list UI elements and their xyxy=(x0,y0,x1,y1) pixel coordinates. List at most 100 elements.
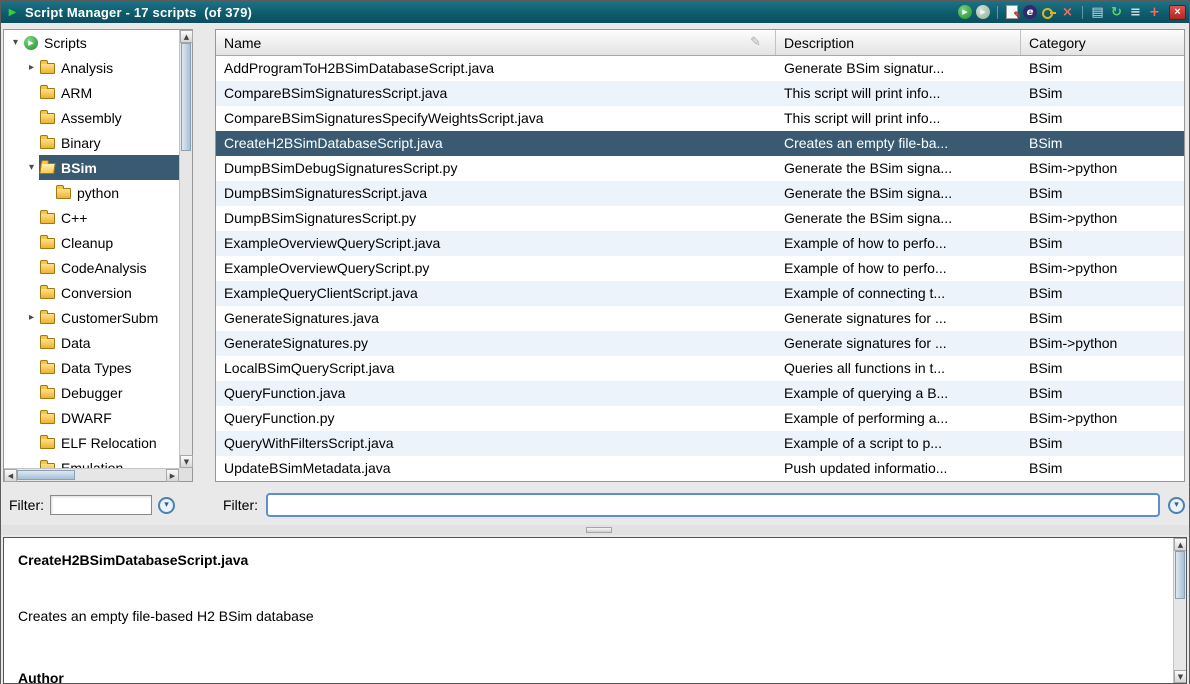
horizontal-splitter[interactable] xyxy=(1,525,1189,535)
scroll-up-icon[interactable]: ▲ xyxy=(1174,538,1187,551)
new-script-icon[interactable] xyxy=(1006,5,1018,19)
scroll-right-icon[interactable]: ▶ xyxy=(166,469,179,482)
tree-node[interactable]: DWARF xyxy=(39,405,179,430)
cell-description[interactable]: Generate BSim signatur... xyxy=(776,56,1021,81)
cell-category[interactable]: BSim xyxy=(1021,56,1184,81)
tree-vertical-scrollbar[interactable]: ▲ ▼ xyxy=(179,30,192,468)
cell-category[interactable]: BSim xyxy=(1021,306,1184,331)
tree-node[interactable]: Conversion xyxy=(39,280,179,305)
cell-name[interactable]: GenerateSignatures.py xyxy=(216,331,776,356)
cell-description[interactable]: Example of performing a... xyxy=(776,406,1021,431)
run-script-icon[interactable]: ▶ xyxy=(958,5,972,19)
cell-name[interactable]: ExampleOverviewQueryScript.java xyxy=(216,231,776,256)
tree-node[interactable]: ELF Relocation xyxy=(39,430,179,455)
cell-category[interactable]: BSim xyxy=(1021,231,1184,256)
tree-item-cleanup[interactable]: Cleanup xyxy=(4,230,179,255)
scrollbar-thumb[interactable] xyxy=(17,470,75,480)
scroll-down-icon[interactable]: ▼ xyxy=(1174,670,1187,683)
tree-node[interactable]: CodeAnalysis xyxy=(39,255,179,280)
table-row[interactable]: QueryFunction.javaExample of querying a … xyxy=(216,381,1184,406)
table-row[interactable]: CreateH2BSimDatabaseScript.javaCreates a… xyxy=(216,131,1184,156)
table-row[interactable]: GenerateSignatures.pyGenerate signatures… xyxy=(216,331,1184,356)
table-row[interactable]: DumpBSimSignaturesScript.javaGenerate th… xyxy=(216,181,1184,206)
cell-category[interactable]: BSim xyxy=(1021,131,1184,156)
cell-description[interactable]: Creates an empty file-ba... xyxy=(776,131,1021,156)
tree-node[interactable]: Data xyxy=(39,330,179,355)
script-directories-icon[interactable]: ▤ xyxy=(1089,4,1106,20)
cell-description[interactable]: Generate the BSim signa... xyxy=(776,156,1021,181)
cell-category[interactable]: BSim xyxy=(1021,356,1184,381)
table-row[interactable]: UpdateBSimMetadata.javaPush updated info… xyxy=(216,456,1184,481)
close-icon[interactable]: × xyxy=(1169,5,1186,20)
cell-description[interactable]: Generate the BSim signa... xyxy=(776,206,1021,231)
tree-item-data[interactable]: Data xyxy=(4,330,179,355)
table-row[interactable]: ExampleOverviewQueryScript.pyExample of … xyxy=(216,256,1184,281)
table-row[interactable]: QueryFunction.pyExample of performing a.… xyxy=(216,406,1184,431)
tree-item-assembly[interactable]: Assembly xyxy=(4,105,179,130)
cell-description[interactable]: This script will print info... xyxy=(776,106,1021,131)
cell-category[interactable]: BSim->python xyxy=(1021,206,1184,231)
cell-category[interactable]: BSim->python xyxy=(1021,256,1184,281)
cell-name[interactable]: DumpBSimSignaturesScript.py xyxy=(216,206,776,231)
scrollbar-thumb[interactable] xyxy=(1175,551,1185,599)
table-row[interactable]: CompareBSimSignaturesScript.javaThis scr… xyxy=(216,81,1184,106)
table-row[interactable]: LocalBSimQueryScript.javaQueries all fun… xyxy=(216,356,1184,381)
cell-description[interactable]: Example of querying a B... xyxy=(776,381,1021,406)
cell-name[interactable]: QueryWithFiltersScript.java xyxy=(216,431,776,456)
tree-node[interactable]: Binary xyxy=(39,130,179,155)
title-bar[interactable]: ▶ Script Manager - 17 scripts (of 379) ▶… xyxy=(1,1,1189,23)
tree-node[interactable]: Cleanup xyxy=(39,230,179,255)
collapse-arrow-icon[interactable]: ▾ xyxy=(8,37,23,48)
cell-name[interactable]: QueryFunction.py xyxy=(216,406,776,431)
cell-description[interactable]: Example of a script to p... xyxy=(776,431,1021,456)
column-header-name[interactable]: Name xyxy=(216,30,776,55)
tree-horizontal-scrollbar[interactable]: ◀ ▶ xyxy=(4,468,179,481)
table-row[interactable]: DumpBSimSignaturesScript.pyGenerate the … xyxy=(216,206,1184,231)
column-header-category[interactable]: Category xyxy=(1021,30,1184,55)
tree-item-c[interactable]: C++ xyxy=(4,205,179,230)
expand-arrow-icon[interactable]: ▸ xyxy=(24,62,39,73)
table-row[interactable]: DumpBSimDebugSignaturesScript.pyGenerate… xyxy=(216,156,1184,181)
details-vertical-scrollbar[interactable]: ▲ ▼ xyxy=(1173,538,1186,683)
tree-node[interactable]: C++ xyxy=(39,205,179,230)
cell-category[interactable]: BSim xyxy=(1021,431,1184,456)
cell-category[interactable]: BSim xyxy=(1021,81,1184,106)
table-row[interactable]: ExampleQueryClientScript.javaExample of … xyxy=(216,281,1184,306)
cell-description[interactable]: This script will print info... xyxy=(776,81,1021,106)
cell-name[interactable]: GenerateSignatures.java xyxy=(216,306,776,331)
filter-options-icon[interactable] xyxy=(158,497,175,514)
cell-name[interactable]: CreateH2BSimDatabaseScript.java xyxy=(216,131,776,156)
tree-item-analysis[interactable]: ▸Analysis xyxy=(4,55,179,80)
api-help-icon[interactable]: + xyxy=(1146,4,1163,20)
scrollbar-thumb[interactable] xyxy=(181,43,191,151)
tree-node[interactable]: Scripts xyxy=(23,30,179,55)
cell-description[interactable]: Example of connecting t... xyxy=(776,281,1021,306)
tree-node[interactable]: Debugger xyxy=(39,380,179,405)
table-row[interactable]: CompareBSimSignaturesSpecifyWeightsScrip… xyxy=(216,106,1184,131)
tree-node[interactable]: Emulation xyxy=(39,455,179,468)
cell-name[interactable]: ExampleQueryClientScript.java xyxy=(216,281,776,306)
tree-item-scripts[interactable]: ▾Scripts xyxy=(4,30,179,55)
column-header-description[interactable]: Description xyxy=(776,30,1021,55)
scroll-up-icon[interactable]: ▲ xyxy=(180,30,193,43)
tree-node[interactable]: Data Types xyxy=(39,355,179,380)
tree-node[interactable]: python xyxy=(55,180,179,205)
table-row[interactable]: ExampleOverviewQueryScript.javaExample o… xyxy=(216,231,1184,256)
tree-item-arm[interactable]: ARM xyxy=(4,80,179,105)
tree-item-conversion[interactable]: Conversion xyxy=(4,280,179,305)
cell-category[interactable]: BSim->python xyxy=(1021,406,1184,431)
cell-description[interactable]: Generate the BSim signa... xyxy=(776,181,1021,206)
cell-category[interactable]: BSim xyxy=(1021,456,1184,481)
table-row[interactable]: GenerateSignatures.javaGenerate signatur… xyxy=(216,306,1184,331)
tree-node[interactable]: CustomerSubm xyxy=(39,305,179,330)
cell-description[interactable]: Generate signatures for ... xyxy=(776,306,1021,331)
cell-category[interactable]: BSim->python xyxy=(1021,331,1184,356)
run-last-script-icon[interactable]: ▶ xyxy=(976,5,990,19)
filter-options-icon[interactable] xyxy=(1168,497,1185,514)
cell-name[interactable]: QueryFunction.java xyxy=(216,381,776,406)
cell-description[interactable]: Example of how to perfo... xyxy=(776,256,1021,281)
tree-node[interactable]: Assembly xyxy=(39,105,179,130)
cell-name[interactable]: AddProgramToH2BSimDatabaseScript.java xyxy=(216,56,776,81)
scroll-down-icon[interactable]: ▼ xyxy=(180,455,193,468)
cell-name[interactable]: CompareBSimSignaturesScript.java xyxy=(216,81,776,106)
